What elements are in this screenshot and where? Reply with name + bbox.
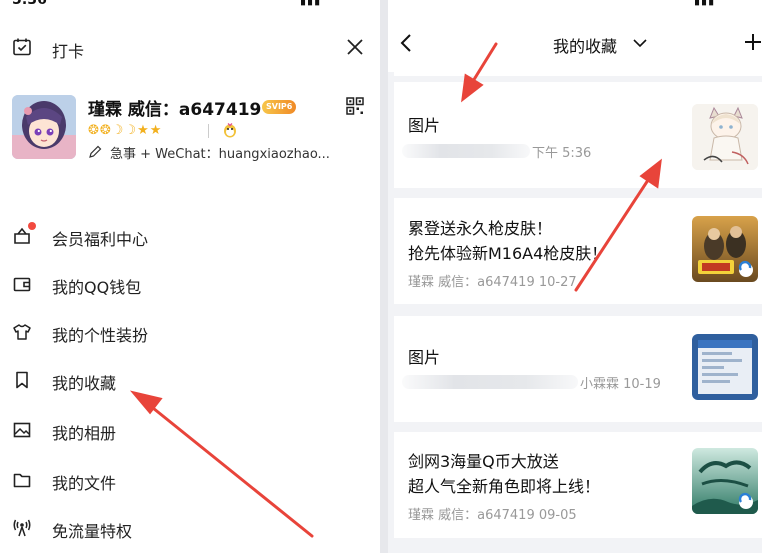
favorite-thumbnail [692,334,758,400]
menu-item-label: 我的相册 [52,424,117,443]
blurred-source [402,144,530,158]
favorite-item[interactable]: 剑网3海量Q币大放送 超人气全新角色即将上线！ 瑾霖 威信：a647419 09… [394,432,762,538]
menu-item-personalization[interactable]: 我的个性装扮 [0,312,380,352]
level-divider [208,124,209,138]
qr-code-icon[interactable] [346,97,364,115]
close-icon[interactable] [344,36,366,58]
favorite-item-meta: 瑾霖 威信：a647419 10-27 [408,275,577,290]
menu-item-label: 我的收藏 [52,374,117,393]
folder-icon [13,473,31,488]
favorite-item-meta: 下午 5:36 [532,146,592,161]
menu-item-label: 我的个性装扮 [52,326,149,345]
avatar[interactable] [12,95,76,159]
profile-signature[interactable]: 急事 + WeChat：huangxiaozhao... [110,143,330,162]
side-drawer: 5:36 ▮▮▮ 打卡 瑾霖 威信：a647419 SVIP6 ❂❂☽☽★★ 急… [0,0,380,553]
favorite-item-title: 累登送永久枪皮肤！ [408,219,553,238]
panel-divider [380,0,388,553]
pencil-icon[interactable] [88,145,102,159]
favorite-item-title: 剑网3海量Q币大放送 [408,452,559,471]
favorite-item-subtitle: 抢先体验新M16A4枪皮肤！ [408,244,608,263]
favorite-item-title: 图片 [408,348,441,367]
menu-item-member-benefits[interactable]: 会员福利中心 [0,216,380,256]
favorite-thumbnail [692,104,758,170]
menu-item-favorites[interactable]: 我的收藏 [0,360,380,400]
svip-badge: SVIP6 [262,100,297,114]
calendar-check-icon[interactable] [12,37,32,57]
status-signal-icon: ▮▮▮ [300,0,322,7]
favorite-item[interactable]: 图片 小霖霖 10-19 [394,316,762,422]
favorite-item-title: 图片 [408,116,441,135]
notification-dot [28,222,36,230]
chevron-down-icon[interactable] [632,36,648,50]
menu-item-album[interactable]: 我的相册 [0,410,380,450]
photo-album-icon [13,422,31,438]
status-signal-icon: ▮▮▮ [694,0,716,7]
blurred-source [402,375,578,389]
menu-item-files[interactable]: 我的文件 [0,460,380,500]
page-title[interactable]: 我的收藏 [553,33,617,57]
level-icons: ❂❂☽☽★★ [88,123,163,138]
menu-item-label: 会员福利中心 [52,230,149,249]
qq-pet-icon [224,123,236,138]
favorite-item-meta: 小霖霖 10-19 [580,377,661,392]
menu-item-label: 我的文件 [52,474,117,493]
list-edge [394,72,762,76]
signal-tower-icon [13,519,31,537]
favorite-item-meta: 瑾霖 威信：a647419 09-05 [408,508,577,523]
favorite-item[interactable]: 累登送永久枪皮肤！ 抢先体验新M16A4枪皮肤！ 瑾霖 威信：a647419 1… [394,198,762,304]
profile-name: 瑾霖 威信：a647419 [88,100,262,120]
plus-icon[interactable] [744,33,762,51]
menu-item-label: 我的QQ钱包 [52,278,142,297]
favorites-header: ▮▮▮ 我的收藏 [388,0,762,72]
back-arrow-icon[interactable] [398,32,414,54]
checkin-label[interactable]: 打卡 [52,38,84,62]
status-time: 5:36 [12,0,47,8]
menu-item-data-free[interactable]: 免流量特权 [0,508,380,548]
tshirt-icon [13,324,31,340]
menu-item-wallet[interactable]: 我的QQ钱包 [0,264,380,304]
favorite-item[interactable]: 图片 下午 5:36 [394,82,762,188]
favorite-thumbnail [692,216,758,282]
favorites-screen: ▮▮▮ 我的收藏 图片 下午 5:36 累登送永久枪皮肤！ 抢先体验新M16A4… [388,0,762,553]
bookmark-icon [16,371,28,389]
menu-item-label: 免流量特权 [52,522,133,541]
favorite-thumbnail [692,448,758,514]
wallet-icon [13,277,31,292]
favorite-item-subtitle: 超人气全新角色即将上线！ [408,477,601,496]
